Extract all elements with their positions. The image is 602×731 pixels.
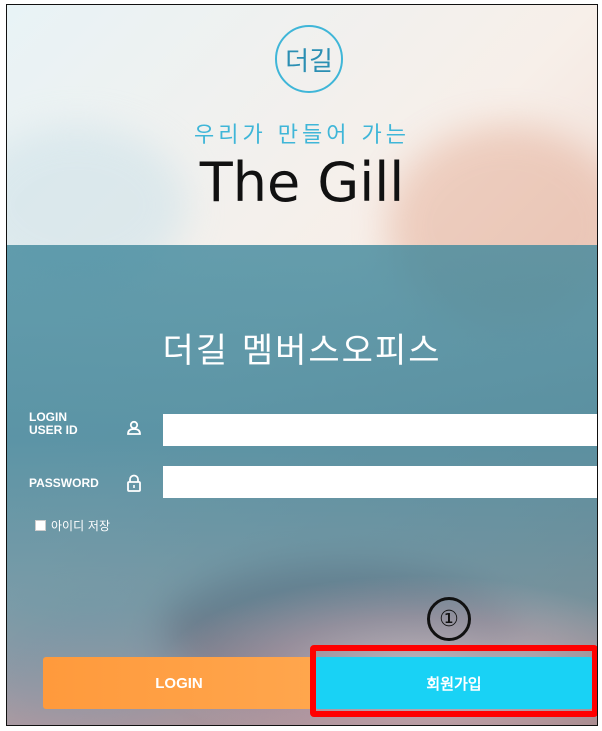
signup-highlight-box (310, 645, 597, 717)
login-page: 더길 우리가 만들어 가는 The Gill 더길 멤버스오피스 LOGIN U… (6, 4, 598, 726)
login-button[interactable]: LOGIN (43, 657, 315, 709)
user-icon (127, 420, 141, 435)
office-title: 더길 멤버스오피스 (162, 331, 442, 371)
lock-icon (127, 474, 141, 492)
password-input[interactable] (163, 466, 597, 498)
step-marker: ① (427, 597, 471, 641)
brand-title: The Gill (199, 151, 405, 214)
user-id-input[interactable] (163, 414, 597, 446)
remember-id-option[interactable]: 아이디 저장 (35, 517, 110, 534)
remember-id-checkbox[interactable] (35, 520, 46, 531)
password-label: PASSWORD (29, 476, 99, 490)
logo-icon: 더길 (275, 25, 343, 93)
remember-id-label: 아이디 저장 (51, 519, 111, 533)
brand-subtitle: 우리가 만들어 가는 (194, 123, 410, 148)
user-id-label: LOGIN USER ID (29, 410, 78, 437)
